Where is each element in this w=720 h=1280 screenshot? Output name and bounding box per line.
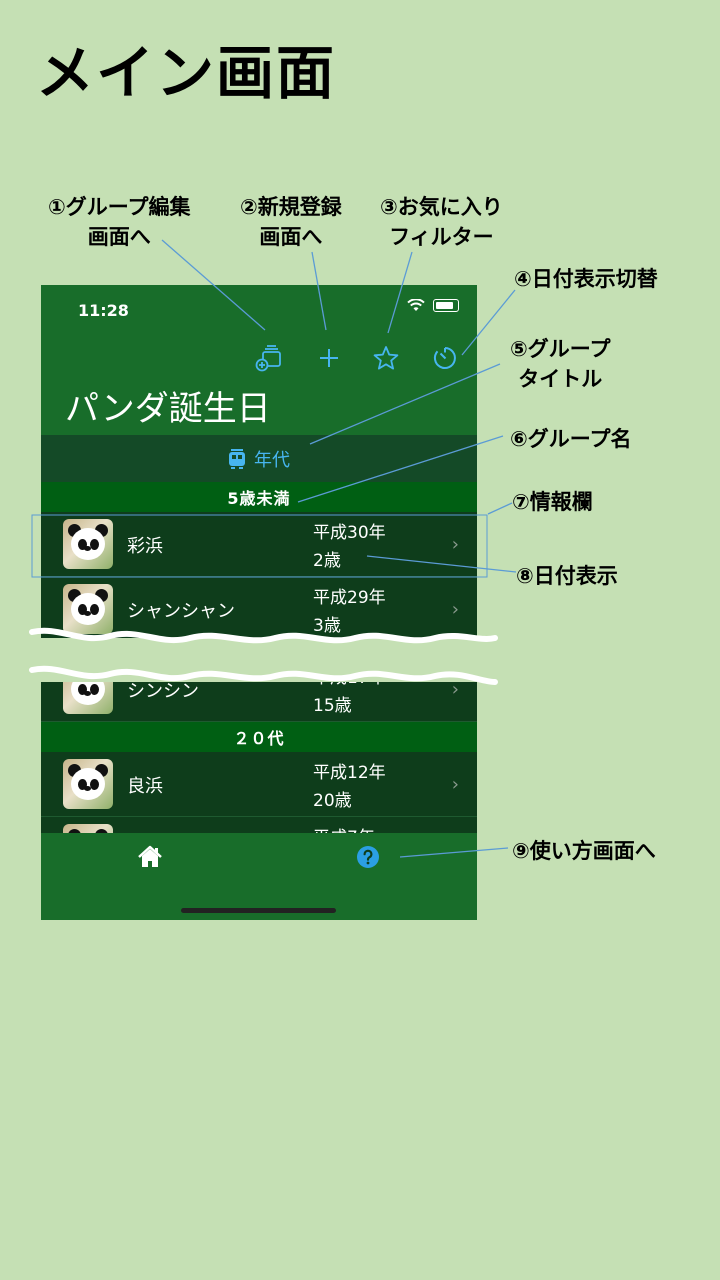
panda-name: 良浜	[127, 776, 163, 797]
tab-home[interactable]	[136, 843, 164, 871]
section-header: ２０代	[41, 722, 477, 752]
home-icon	[138, 845, 162, 867]
birth-era: 平成29年	[313, 588, 386, 608]
age-display: 2歳	[313, 551, 341, 571]
status-time: 11:28	[78, 301, 129, 320]
wifi-icon	[407, 299, 425, 311]
status-bar: 11:28	[41, 285, 477, 335]
home-indicator	[181, 908, 336, 913]
panda-avatar	[63, 584, 113, 634]
panda-name: シャンシャン	[127, 601, 235, 622]
birth-era: 平成30年	[313, 523, 386, 543]
chevron-right-icon: ›	[451, 774, 459, 795]
callout-info-field: ⑦情報欄	[512, 490, 593, 514]
panda-name: シンシン	[127, 681, 199, 702]
callout-group-name: ⑥グループ名	[510, 427, 632, 451]
list-item[interactable]: シンシン 平成17年 15歳 ›	[41, 657, 477, 722]
tab-bar	[41, 833, 477, 920]
star-icon	[373, 346, 399, 370]
list-item[interactable]: シャンシャン 平成29年 3歳 ›	[41, 577, 477, 642]
age-display: 15歳	[313, 696, 352, 716]
list-item[interactable]: 良浜 平成12年 20歳 ›	[41, 752, 477, 817]
callout-new-register: ②新規登録 画面へ	[240, 195, 342, 249]
date-toggle-button[interactable]	[428, 341, 462, 375]
callout-group-edit: ①グループ編集 画面へ	[48, 195, 191, 249]
group-title-label: 年代	[254, 449, 290, 471]
group-title-bar[interactable]: 年代	[41, 435, 477, 483]
chevron-right-icon: ›	[451, 534, 459, 555]
callout-help-screen: ⑨使い方画面へ	[512, 839, 656, 863]
chevron-right-icon: ›	[451, 679, 459, 700]
plus-icon	[320, 349, 338, 367]
app-title: パンダ誕生日	[65, 389, 271, 429]
section-header: 5歳未満	[41, 482, 477, 512]
help-icon	[357, 846, 379, 868]
callout-favorite-filter: ③お気に入り フィルター	[380, 195, 503, 249]
callout-group-title: ⑤グループ タイトル	[510, 337, 611, 391]
group-title-icon	[229, 448, 245, 469]
birth-era: 平成17年	[313, 668, 386, 688]
birth-era: 平成12年	[313, 763, 386, 783]
list-item[interactable]: 彩浜 平成30年 2歳 ›	[41, 512, 477, 577]
group-edit-button[interactable]	[252, 341, 286, 375]
add-button[interactable]	[312, 341, 346, 375]
phone-screen: 11:28 パンダ誕生日 年代 5歳未満 彩浜 平成30年 2歳 › シャンシャ…	[41, 285, 477, 920]
callout-date-display: ⑧日付表示	[516, 564, 618, 588]
favorite-filter-button[interactable]	[369, 341, 403, 375]
age-display: 3歳	[313, 616, 341, 636]
pointer-line-7	[487, 502, 513, 515]
group-edit-icon	[255, 345, 281, 372]
age-display: 20歳	[313, 791, 352, 811]
panda-name: 彩浜	[127, 536, 163, 557]
callout-date-toggle: ④日付表示切替	[514, 267, 658, 291]
page-heading: メイン画面	[36, 39, 337, 107]
panda-avatar	[63, 519, 113, 569]
timer-icon	[433, 347, 456, 369]
nav-header: パンダ誕生日	[41, 335, 477, 435]
battery-icon	[433, 299, 459, 312]
tab-help[interactable]	[354, 843, 382, 871]
chevron-right-icon: ›	[451, 599, 459, 620]
panda-avatar	[63, 759, 113, 809]
panda-avatar	[63, 664, 113, 714]
